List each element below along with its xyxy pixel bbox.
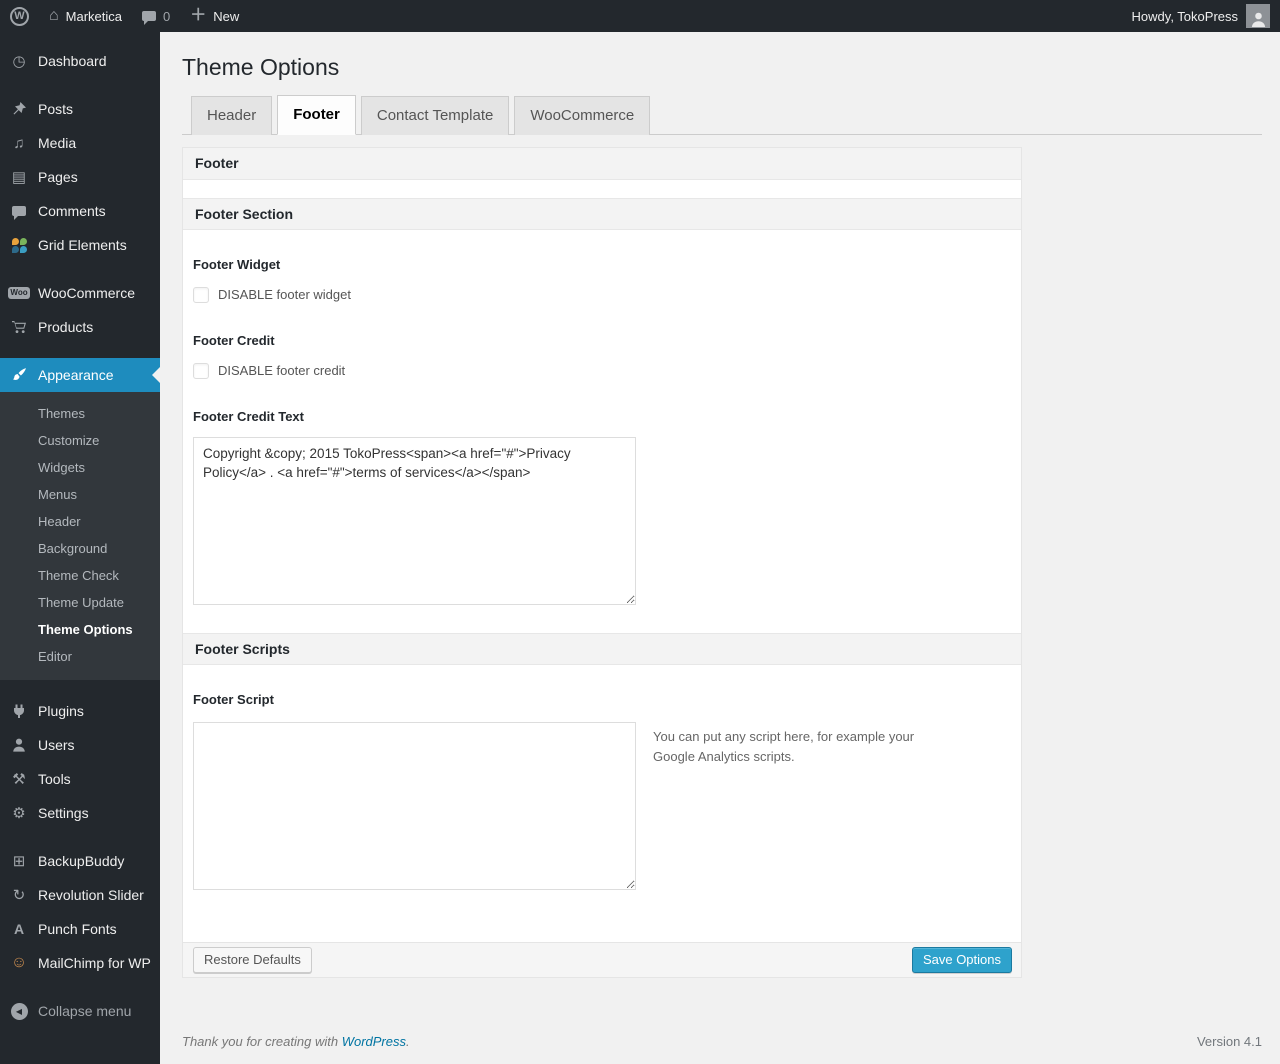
footer-widget-checkbox-row: DISABLE footer widget [193, 286, 1005, 303]
sidebar-item-media[interactable]: ♫ Media [0, 126, 160, 160]
pushpin-icon [8, 101, 30, 117]
page-title: Theme Options [182, 54, 340, 80]
footer-script-description: You can put any script here, for example… [653, 728, 915, 764]
panel-spacer [183, 179, 1021, 198]
new-content-menu[interactable]: ＋ New [180, 0, 249, 32]
sidebar-item-appearance[interactable]: Appearance [0, 358, 160, 392]
panel-actions-bar: Restore Defaults Save Options [183, 941, 1021, 977]
new-label: New [213, 8, 240, 24]
mailchimp-monkey-icon: ☺ [10, 954, 28, 971]
footer-section-body: Footer Widget DISABLE footer widget Foot… [183, 229, 1021, 633]
comment-bubble-icon [8, 206, 30, 220]
person-icon [8, 737, 30, 753]
person-icon [1251, 12, 1265, 27]
wordpress-link[interactable]: WordPress [342, 1034, 406, 1049]
footer-script-textarea[interactable] [193, 721, 636, 890]
sidebar-item-grid-elements[interactable]: Grid Elements [0, 228, 160, 262]
media-notes-icon: ♫ [13, 134, 25, 152]
sidebar-item-pages[interactable]: ▤ Pages [0, 160, 160, 194]
sidebar-item-products[interactable]: Products [0, 310, 160, 344]
restore-defaults-button[interactable]: Restore Defaults [193, 946, 312, 973]
section-head-footer-scripts: Footer Scripts [183, 632, 1021, 665]
pages-icon: ▤ [11, 169, 27, 186]
sidebar: ◷ Dashboard Posts ♫ Media ▤ Pages Commen… [0, 32, 160, 1064]
sidebar-item-revolution-slider[interactable]: ↻ Revolution Slider [0, 878, 160, 912]
main-content: Theme Options Header Footer Contact Temp… [160, 32, 1280, 1064]
box-title-footer: Footer [183, 147, 1021, 180]
site-name-menu[interactable]: ⌂ Marketica [39, 0, 132, 32]
submenu-item-header[interactable]: Header [0, 508, 160, 535]
comment-bubble-icon [142, 11, 157, 25]
submenu-item-theme-check[interactable]: Theme Check [0, 562, 160, 589]
tab-header[interactable]: Header [191, 96, 273, 135]
sidebar-item-collapse-menu[interactable]: ◀ Collapse menu [0, 994, 160, 1028]
submenu-item-background[interactable]: Background [0, 535, 160, 562]
sidebar-item-mailchimp[interactable]: ☺ MailChimp for WP [0, 946, 160, 980]
user-avatar [1246, 4, 1270, 28]
footer-widget-label: Footer Widget [193, 256, 281, 272]
letter-a-icon: A [13, 921, 25, 937]
collapse-arrow-icon: ◀ [8, 1002, 30, 1020]
wrench-icon: ⚒ [12, 771, 26, 788]
sidebar-item-comments[interactable]: Comments [0, 194, 160, 228]
home-icon: ⌂ [49, 7, 59, 24]
sidebar-item-posts[interactable]: Posts [0, 92, 160, 126]
section-head-footer-section: Footer Section [183, 197, 1021, 230]
account-menu[interactable]: Howdy, TokoPress [1132, 4, 1280, 28]
theme-options-panel: Footer Footer Section Footer Widget DISA… [182, 146, 1022, 978]
wp-logo-menu[interactable]: W [0, 0, 39, 32]
sidebar-item-punch-fonts[interactable]: A Punch Fonts [0, 912, 160, 946]
tab-woocommerce[interactable]: WooCommerce [514, 96, 651, 135]
appearance-submenu: Themes Customize Widgets Menus Header Ba… [0, 392, 160, 680]
admin-bar: W ⌂ Marketica 0 ＋ New Howdy, TokoPress [0, 0, 1280, 32]
sidebar-item-settings[interactable]: ⚙ Settings [0, 796, 160, 830]
paintbrush-icon [8, 367, 30, 383]
footer-credit-checkbox-row: DISABLE footer credit [193, 362, 1005, 379]
thanks-text: Thank you for creating with WordPress. [182, 1033, 410, 1049]
sidebar-item-dashboard[interactable]: ◷ Dashboard [0, 44, 160, 78]
submenu-item-theme-update[interactable]: Theme Update [0, 589, 160, 616]
submenu-item-theme-options[interactable]: Theme Options [0, 616, 160, 643]
howdy-text: Howdy, TokoPress [1131, 8, 1238, 24]
tab-footer[interactable]: Footer [277, 95, 356, 135]
backup-box-icon: ⊞ [12, 853, 26, 870]
submenu-item-editor[interactable]: Editor [0, 643, 160, 670]
submenu-item-customize[interactable]: Customize [0, 427, 160, 454]
save-options-button[interactable]: Save Options [911, 946, 1012, 973]
comment-count: 0 [163, 8, 171, 24]
site-name: Marketica [65, 8, 123, 24]
submenu-item-themes[interactable]: Themes [0, 400, 160, 427]
sidebar-item-plugins[interactable]: Plugins [0, 694, 160, 728]
dashboard-gauge-icon: ◷ [12, 53, 26, 70]
plus-icon: ＋ [190, 7, 207, 24]
sidebar-item-backupbuddy[interactable]: ⊞ BackupBuddy [0, 844, 160, 878]
disable-footer-widget-checkbox[interactable] [193, 286, 209, 303]
disable-footer-widget-label: DISABLE footer widget [218, 287, 351, 302]
comments-admin-bar-item[interactable]: 0 [132, 0, 180, 32]
disable-footer-credit-label: DISABLE footer credit [218, 363, 346, 378]
page-footer: Thank you for creating with WordPress. V… [182, 1034, 1262, 1049]
disable-footer-credit-checkbox[interactable] [193, 362, 209, 379]
grid-elements-pinwheel-icon [8, 237, 30, 253]
woocommerce-badge-icon: Woo [8, 287, 30, 299]
submenu-item-widgets[interactable]: Widgets [0, 454, 160, 481]
footer-credit-text-textarea[interactable]: Copyright &copy; 2015 TokoPress<span><a … [193, 436, 636, 605]
cart-icon [8, 319, 30, 335]
footer-credit-text-label: Footer Credit Text [193, 408, 304, 424]
footer-scripts-body: Footer Script You can put any script her… [183, 664, 1021, 942]
settings-sliders-icon: ⚙ [12, 805, 26, 822]
plug-icon [8, 703, 30, 719]
submenu-item-menus[interactable]: Menus [0, 481, 160, 508]
tab-contact-template[interactable]: Contact Template [360, 96, 510, 135]
sidebar-item-users[interactable]: Users [0, 728, 160, 762]
wordpress-logo-icon: W [10, 6, 29, 26]
footer-credit-label: Footer Credit [193, 332, 275, 348]
footer-script-label: Footer Script [193, 691, 274, 707]
version-text: Version 4.1 [1196, 1033, 1262, 1049]
sidebar-item-tools[interactable]: ⚒ Tools [0, 762, 160, 796]
sidebar-item-woocommerce[interactable]: Woo WooCommerce [0, 276, 160, 310]
circular-arrows-icon: ↻ [12, 887, 26, 904]
tab-bar: Header Footer Contact Template WooCommer… [182, 94, 1262, 135]
